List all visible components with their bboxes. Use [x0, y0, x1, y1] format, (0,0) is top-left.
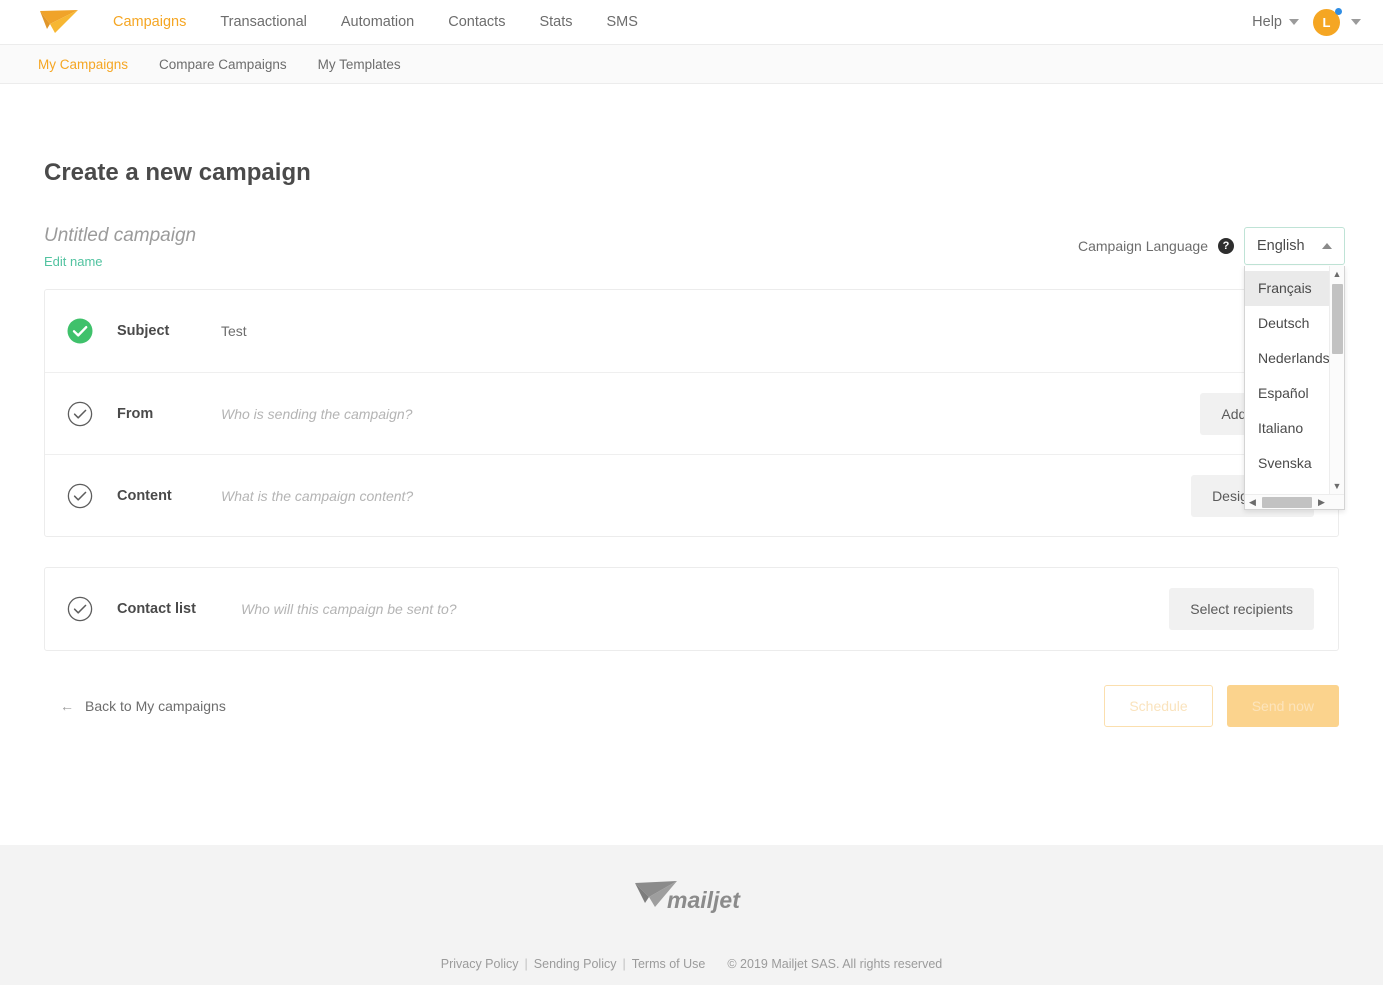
nav-item-campaigns[interactable]: Campaigns	[96, 0, 203, 44]
step-contact-list-label: Contact list	[117, 601, 196, 617]
site-footer: mailjet Privacy Policy | Sending Policy …	[0, 845, 1383, 985]
account-menu[interactable]: L	[1313, 7, 1361, 36]
question-mark-icon[interactable]: ?	[1218, 238, 1234, 254]
step-contact-list-action: Select recipients	[1169, 588, 1314, 630]
language-option-espanol[interactable]: Español	[1245, 376, 1329, 411]
help-menu[interactable]: Help	[1252, 14, 1299, 30]
bottom-actions: ← Back to My campaigns Schedule Send now	[44, 685, 1339, 727]
campaign-name-row: Untitled campaign Edit name Campaign Lan…	[44, 225, 1345, 510]
select-recipients-button[interactable]: Select recipients	[1169, 588, 1314, 630]
scroll-right-arrow-icon[interactable]: ▶	[1314, 494, 1329, 510]
step-from-label: From	[117, 405, 154, 422]
contact-list-card: Contact list Who will this campaign be s…	[44, 567, 1339, 651]
subnav-item-my-campaigns[interactable]: My Campaigns	[38, 57, 128, 72]
edit-name-link[interactable]: Edit name	[44, 254, 103, 269]
app-page: Campaigns Transactional Automation Conta…	[0, 0, 1383, 985]
notification-badge-icon	[1335, 7, 1342, 15]
help-label: Help	[1252, 14, 1282, 30]
nav-item-sms[interactable]: SMS	[590, 0, 655, 44]
language-options: Français Deutsch Nederlands Español Ital…	[1245, 266, 1329, 494]
language-dropdown-body: Français Deutsch Nederlands Español Ital…	[1245, 266, 1344, 494]
check-circle-outline-icon	[67, 401, 93, 426]
campaign-steps-card: Subject Test From Who is sending the cam…	[44, 289, 1339, 537]
language-select[interactable]: English	[1244, 227, 1345, 265]
scroll-left-arrow-icon[interactable]: ◀	[1245, 494, 1260, 510]
nav-item-stats[interactable]: Stats	[522, 0, 589, 44]
avatar-initial: L	[1322, 14, 1331, 30]
step-from-hint: Who is sending the campaign?	[221, 405, 413, 422]
step-from[interactable]: From Who is sending the campaign? Add se…	[45, 372, 1338, 454]
campaign-name-block: Untitled campaign Edit name	[44, 225, 196, 271]
mailjet-logo[interactable]	[38, 7, 96, 37]
language-option-nederlands[interactable]: Nederlands	[1245, 341, 1329, 376]
language-dropdown-list[interactable]: Français Deutsch Nederlands Español Ital…	[1244, 266, 1345, 510]
step-subject-value: Test	[221, 323, 247, 339]
step-subject-label: Subject	[117, 323, 170, 339]
footer-separator: |	[524, 957, 528, 971]
scroll-down-arrow-icon[interactable]: ▼	[1330, 478, 1345, 494]
step-contact-list[interactable]: Contact list Who will this campaign be s…	[45, 568, 1338, 650]
subnav-item-my-templates[interactable]: My Templates	[318, 57, 401, 72]
language-option-francais[interactable]: Français	[1245, 271, 1329, 306]
language-option-svenska[interactable]: Svenska	[1245, 446, 1329, 481]
nav-item-automation[interactable]: Automation	[324, 0, 431, 44]
language-option-deutsch[interactable]: Deutsch	[1245, 306, 1329, 341]
avatar[interactable]: L	[1313, 7, 1342, 36]
terms-of-use-link[interactable]: Terms of Use	[632, 957, 706, 971]
sending-policy-link[interactable]: Sending Policy	[534, 957, 617, 971]
step-content[interactable]: Content What is the campaign content? De…	[45, 454, 1338, 536]
main-content: Create a new campaign Untitled campaign …	[0, 159, 1383, 727]
step-content-label: Content	[117, 487, 172, 504]
chevron-up-icon	[1322, 243, 1332, 249]
footer-separator: |	[622, 957, 626, 971]
arrow-left-icon: ←	[60, 698, 74, 714]
action-buttons-group: Schedule Send now	[1104, 685, 1339, 727]
svg-text:mailjet: mailjet	[667, 887, 741, 913]
send-now-button[interactable]: Send now	[1226, 685, 1339, 727]
primary-nav-links: Campaigns Transactional Automation Conta…	[96, 0, 655, 44]
back-to-my-campaigns-link[interactable]: ← Back to My campaigns	[60, 698, 226, 714]
language-select-wrapper: English Français Deutsch Nederlands Espa…	[1244, 227, 1345, 510]
campaign-language-control: Campaign Language ? English Français Deu…	[1078, 225, 1345, 510]
step-content-hint: What is the campaign content?	[221, 487, 414, 504]
campaign-language-label: Campaign Language	[1078, 238, 1208, 254]
campaign-name: Untitled campaign	[44, 225, 197, 246]
nav-right-group: Help L	[1252, 7, 1361, 36]
subnav-item-compare-campaigns[interactable]: Compare Campaigns	[159, 57, 287, 72]
check-circle-outline-icon	[67, 596, 93, 622]
chevron-down-icon	[1351, 19, 1361, 25]
schedule-button[interactable]: Schedule	[1104, 685, 1213, 727]
dropdown-vertical-scrollbar[interactable]: ▲ ▼	[1329, 266, 1344, 494]
nav-item-contacts[interactable]: Contacts	[431, 0, 522, 44]
top-navigation-bar: Campaigns Transactional Automation Conta…	[0, 0, 1383, 45]
copyright-text: © 2019 Mailjet SAS. All rights reserved	[727, 957, 943, 971]
back-link-label: Back to My campaigns	[85, 698, 226, 714]
dropdown-horizontal-scrollbar[interactable]: ◀ ▶	[1245, 494, 1344, 509]
chevron-down-icon	[1289, 19, 1299, 25]
mailjet-wordmark-logo: mailjet	[634, 881, 741, 913]
nav-item-transactional[interactable]: Transactional	[203, 0, 324, 44]
horizontal-scroll-thumb[interactable]	[1262, 497, 1312, 508]
scroll-up-arrow-icon[interactable]: ▲	[1330, 266, 1345, 282]
language-select-value: English	[1257, 238, 1305, 254]
page-title: Create a new campaign	[44, 159, 311, 186]
step-contact-list-hint: Who will this campaign be sent to?	[241, 601, 457, 617]
footer-links: Privacy Policy | Sending Policy | Terms …	[441, 957, 943, 971]
step-subject[interactable]: Subject Test	[45, 290, 1338, 372]
check-circle-outline-icon	[67, 483, 93, 508]
privacy-policy-link[interactable]: Privacy Policy	[441, 957, 519, 971]
check-circle-filled-icon	[67, 318, 93, 344]
sub-navigation-bar: My Campaigns Compare Campaigns My Templa…	[0, 45, 1383, 84]
paper-plane-icon	[40, 10, 78, 33]
language-option-italiano[interactable]: Italiano	[1245, 411, 1329, 446]
vertical-scroll-thumb[interactable]	[1332, 284, 1343, 354]
